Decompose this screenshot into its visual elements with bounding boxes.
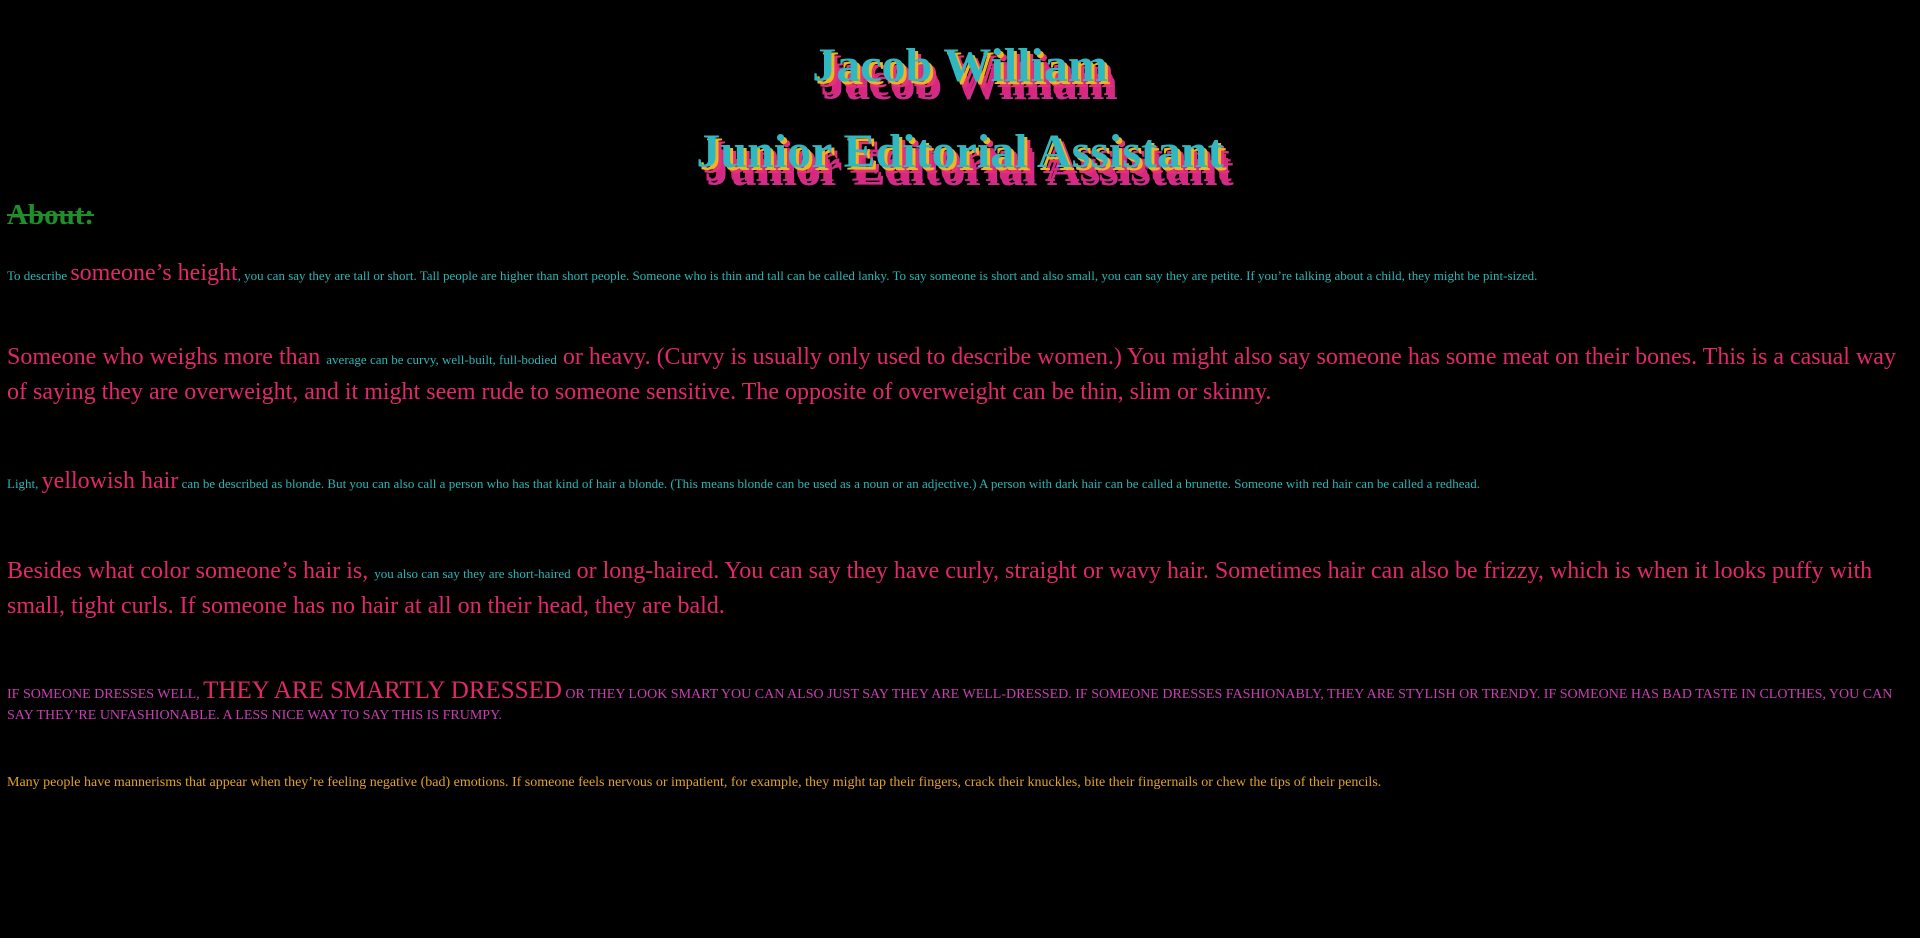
page: Jacob William Junior Editorial Assistant… [0, 0, 1920, 938]
paragraph-small-text: average can be curvy, well-built, full-b… [326, 352, 557, 367]
paragraph-text: Someone who weighs more than [7, 344, 327, 370]
about-heading: About: [7, 199, 95, 231]
paragraph-mannerisms: Many people have mannerisms that appear … [7, 775, 1382, 790]
paragraph-text: , you can say they are tall or short. Ta… [237, 268, 1538, 283]
paragraph-emphasis: yellowish hair [41, 468, 179, 494]
profile-role: Junior Editorial Assistant [696, 125, 1224, 178]
paragraph-dress: If someone dresses well, they are smartl… [7, 677, 1913, 726]
paragraph-small-text: you also can say they are short-haired [374, 566, 571, 581]
paragraph-hair-style: Besides what color someone’s hair is, yo… [7, 555, 1913, 622]
paragraph-emphasis: they are smartly dressed [203, 677, 562, 704]
paragraph-text: If someone dresses well, [7, 687, 204, 702]
paragraph-weight: Someone who weighs more than average can… [7, 341, 1913, 408]
profile-name: Jacob William [812, 39, 1108, 92]
paragraph-height: To describe someone’s height, you can sa… [7, 258, 1913, 291]
paragraph-text: Light, [7, 476, 42, 491]
paragraph-text: can be described as blonde. But you can … [178, 476, 1481, 491]
paragraph-text: To describe [7, 268, 71, 283]
paragraph-emphasis: someone’s height [70, 260, 238, 286]
paragraph-text: Besides what color someone’s hair is, [7, 558, 375, 584]
paragraph-hair-color: Light, yellowish hair can be described a… [7, 466, 1913, 499]
